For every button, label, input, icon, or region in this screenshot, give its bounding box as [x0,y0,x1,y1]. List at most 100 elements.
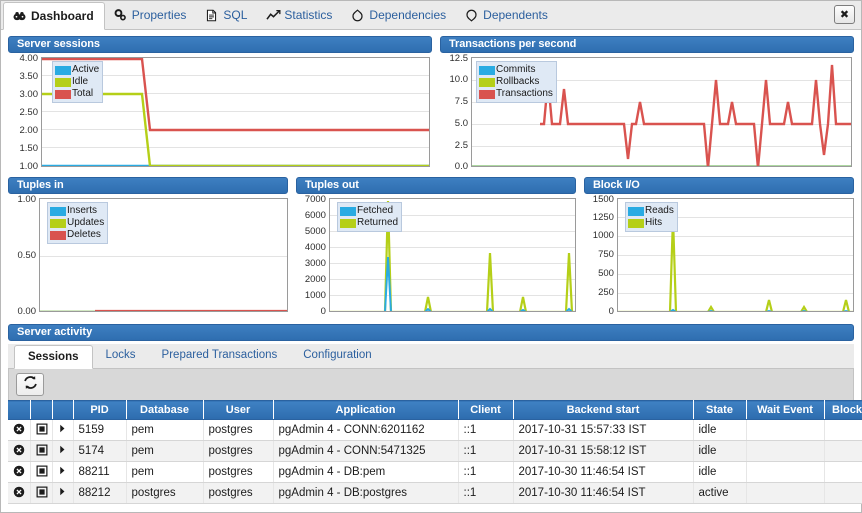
activity-tab-prepared-transactions[interactable]: Prepared Transactions [149,344,291,368]
cell-wait-event [746,419,825,441]
panel-block-io: Block I/O 1500 1250 1000 750 500 250 0 R… [583,177,854,318]
terminate-session-icon[interactable] [8,461,31,483]
cell-backend-start: 2017-10-30 11:46:54 IST [513,461,694,483]
y-tick: 12.5 [449,53,469,64]
cell-user: postgres [203,461,274,483]
legend-swatch [479,65,495,75]
tab-statistics[interactable]: Statistics [257,1,342,29]
object-tabstrip: Dashboard Properties SQL Statistics Depe… [1,1,861,30]
y-tick: 1500 [592,194,614,205]
y-tick: 1.00 [17,194,37,205]
close-window-button[interactable]: ✖ [834,5,855,24]
legend-label: Reads [644,205,674,216]
activity-tab-sessions[interactable]: Sessions [14,345,93,369]
legend-label: Updates [67,217,105,228]
cell-wait-event [746,440,825,462]
legend-item: Deletes [50,229,104,241]
activity-toolbar [8,369,854,400]
chart-legend: Reads Hits [624,202,678,232]
legend-label: Active [72,64,100,75]
col-client[interactable]: Client [458,400,514,420]
tab-sql[interactable]: SQL [196,1,257,29]
cell-database: pem [126,440,204,462]
cell-client: ::1 [458,482,514,504]
y-tick: 0 [320,306,326,317]
y-tick: 6000 [304,210,326,221]
activity-tab-configuration[interactable]: Configuration [290,344,384,368]
cell-pid: 88212 [73,482,127,504]
tab-properties[interactable]: Properties [105,1,197,29]
y-tick: 3.00 [19,89,39,100]
col-application[interactable]: Application [273,400,459,420]
panel-tuples-out: Tuples out 7000 6000 5000 4000 3000 2000… [295,177,576,318]
col-terminate[interactable] [8,400,31,420]
tab-label: Configuration [303,349,372,361]
col-pid[interactable]: PID [73,400,127,420]
y-tick: 7.5 [454,96,468,107]
table-row[interactable]: 88211 pem postgres pgAdmin 4 - DB:pem ::… [8,461,862,483]
expand-row-icon[interactable] [52,461,74,483]
cancel-query-icon[interactable] [30,461,53,483]
tab-dependents[interactable]: Dependents [456,1,558,29]
cancel-query-icon[interactable] [30,482,53,504]
legend-item: Returned [339,217,398,229]
y-tick: 1250 [592,212,614,223]
legend-label: Total [72,88,94,99]
y-tick: 500 [598,268,614,279]
panel-server-sessions: Server sessions 4.00 3.50 3.00 2.50 2.00… [8,36,432,171]
activity-tabstrip: Sessions Locks Prepared Transactions Con… [8,344,854,369]
y-tick: 250 [598,287,614,298]
col-blocking-pids[interactable]: Blocking PIDs [824,400,862,420]
legend-swatch [339,206,356,216]
cell-pid: 5174 [73,440,127,462]
chart-transactions: 12.5 10.0 7.5 5.0 2.5 0.0 Commits Rollba… [440,53,854,171]
col-database[interactable]: Database [126,400,204,420]
legend-label: Rollbacks [496,76,540,87]
legend-swatch [627,206,644,216]
col-expand[interactable] [52,400,74,420]
terminate-session-icon[interactable] [8,419,31,441]
cell-pid: 88211 [73,461,127,483]
cell-backend-start: 2017-10-31 15:58:12 IST [513,440,694,462]
y-tick: 2.00 [19,125,39,136]
tab-dashboard[interactable]: Dashboard [3,2,105,30]
cell-state: idle [693,419,747,441]
panel-title: Tuples out [295,177,576,194]
y-tick: 1.00 [19,161,39,172]
legend-swatch [55,89,71,99]
chart-tuples-in: 1.00 0.50 0.00 Inserts Updates Deletes [8,194,288,318]
cancel-query-icon[interactable] [30,440,53,462]
expand-row-icon[interactable] [52,440,74,462]
legend-item: Commits [479,64,553,76]
col-user[interactable]: User [203,400,274,420]
cell-application: pgAdmin 4 - CONN:6201162 [273,419,459,441]
legend-item: Hits [627,217,674,229]
expand-row-icon[interactable] [52,419,74,441]
cell-client: ::1 [458,461,514,483]
col-cancel[interactable] [30,400,53,420]
y-tick: 0.00 [17,306,37,317]
tab-label: Sessions [28,351,79,363]
panel-title: Server activity [8,324,854,341]
col-state[interactable]: State [693,400,747,420]
terminate-session-icon[interactable] [8,440,31,462]
legend-item: Reads [627,205,674,217]
col-wait-event[interactable]: Wait Event [746,400,825,420]
tab-dependencies[interactable]: Dependencies [342,1,456,29]
legend-item: Updates [50,217,104,229]
refresh-button[interactable] [16,373,44,396]
table-row[interactable]: 88212 postgres postgres pgAdmin 4 - DB:p… [8,482,862,504]
properties-icon [114,8,127,22]
col-backend-start[interactable]: Backend start [513,400,694,420]
table-row[interactable]: 5174 pem postgres pgAdmin 4 - CONN:54713… [8,440,862,462]
cell-blocking-pids [824,482,862,504]
table-row[interactable]: 5159 pem postgres pgAdmin 4 - CONN:62011… [8,419,862,441]
legend-swatch [479,77,495,87]
legend-item: Total [55,88,99,100]
expand-row-icon[interactable] [52,482,74,504]
terminate-session-icon[interactable] [8,482,31,504]
activity-tab-locks[interactable]: Locks [93,344,149,368]
cancel-query-icon[interactable] [30,419,53,441]
y-tick: 2.5 [454,140,468,151]
y-tick: 1000 [304,290,326,301]
